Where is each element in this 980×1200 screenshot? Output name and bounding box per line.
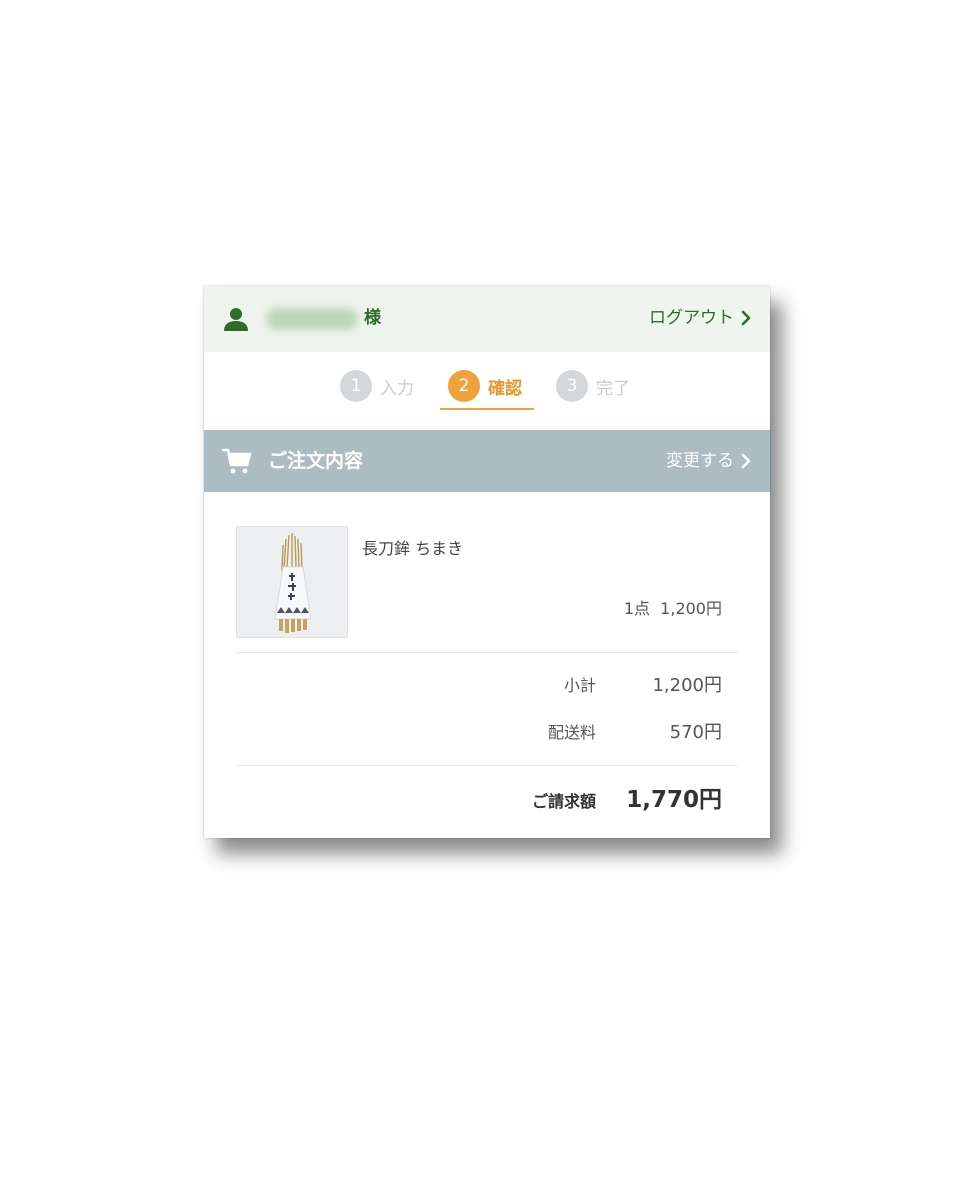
- total-label: ご請求額: [531, 792, 596, 811]
- step-number: 3: [556, 370, 588, 402]
- order-confirmation-card: 様 ログアウト 1 入力 2 確認 3 完了 ご注文内容 変更する 長刀鉾 ちま…: [204, 286, 770, 838]
- product-image: [236, 526, 348, 638]
- progress-steps: 1 入力 2 確認 3 完了: [204, 352, 770, 430]
- user-name-redacted: [266, 308, 358, 330]
- divider: [236, 765, 738, 766]
- active-step-underline: [440, 408, 534, 410]
- step-number: 1: [340, 370, 372, 402]
- logout-label: ログアウト: [649, 308, 734, 328]
- chevron-right-icon: [741, 310, 751, 326]
- subtotal-label: 小計: [563, 676, 596, 695]
- change-label: 変更する: [666, 451, 734, 471]
- user-honorific: 様: [364, 308, 381, 328]
- user-icon: [224, 308, 248, 331]
- order-section-header: ご注文内容 変更する: [204, 430, 770, 492]
- logout-link[interactable]: ログアウト: [649, 306, 752, 330]
- step-number: 2: [448, 370, 480, 402]
- step-input: 1 入力: [340, 368, 414, 404]
- divider: [236, 652, 738, 653]
- chevron-right-icon: [741, 453, 751, 469]
- shipping-label: 配送料: [547, 723, 596, 742]
- step-label: 入力: [380, 378, 414, 399]
- user-bar: 様 ログアウト: [204, 286, 770, 352]
- product-name: 長刀鉾 ちまき: [362, 539, 464, 558]
- cart-icon: [222, 448, 252, 474]
- chimaki-image: [237, 527, 347, 637]
- product-quantity-price: 1点 1,200円: [623, 599, 722, 618]
- change-order-link[interactable]: 変更する: [666, 448, 752, 474]
- subtotal-value: 1,200円: [652, 675, 722, 696]
- step-confirm: 2 確認: [448, 368, 522, 404]
- step-complete: 3 完了: [556, 368, 630, 404]
- shipping-value: 570円: [669, 722, 722, 743]
- step-label: 完了: [596, 378, 630, 399]
- total-value: 1,770円: [626, 787, 722, 813]
- step-label: 確認: [488, 378, 522, 399]
- section-title: ご注文内容: [268, 450, 364, 472]
